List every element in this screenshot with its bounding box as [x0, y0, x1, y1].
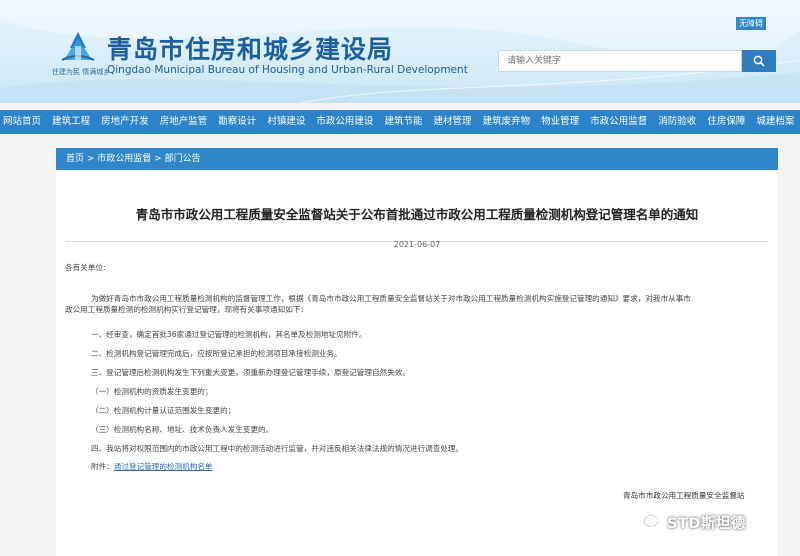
site-header: 住建为民 情满城乡 青岛市住房和城乡建设局 Qingdao Municipal … — [0, 0, 800, 103]
article-item-3: 三、登记管理后检测机构发生下列重大变更，须重新办理登记管理手续，原登记管理自然失… — [91, 368, 410, 377]
nav-item-materials[interactable]: 建材管理 — [428, 110, 477, 134]
article-date: 2021-06-07 — [393, 240, 441, 249]
search-icon — [753, 55, 765, 67]
breadcrumb-separator: > — [84, 154, 98, 164]
nav-item-energy-saving[interactable]: 建筑节能 — [379, 110, 428, 134]
nav-item-municipal-construction[interactable]: 市政公用建设 — [311, 110, 379, 134]
article-title: 青岛市市政公用工程质量安全监督站关于公布首批通过市政公用工程质量检测机构登记管理… — [135, 207, 699, 222]
attachment-row: 附件：通过登记管理的检测机构名单 — [91, 461, 213, 473]
site-title[interactable]: 青岛市住房和城乡建设局 — [107, 30, 393, 66]
nav-item-real-estate-dev[interactable]: 房地产开发 — [96, 110, 155, 134]
article-subitem-2: （二）检测机构计量认证范围发生变更的； — [91, 406, 236, 415]
watermark: STD斯坦德 — [643, 512, 746, 533]
nav-item-home[interactable]: 网站首页 — [0, 110, 47, 134]
attachment-label: 附件： — [91, 462, 114, 471]
nav-item-construction[interactable]: 建筑工程 — [47, 110, 96, 134]
article-signature: 青岛市市政公用工程质量安全监督站 — [623, 491, 745, 500]
breadcrumb-home[interactable]: 首页 — [66, 154, 84, 164]
wechat-icon — [643, 514, 663, 530]
site-subtitle: Qingdao Municipal Bureau of Housing and … — [107, 64, 468, 76]
site-slogan: 住建为民 情满城乡 — [52, 68, 111, 76]
watermark-text: STD斯坦德 — [667, 516, 746, 532]
barrier-free-link[interactable]: 无障碍 — [736, 17, 766, 30]
nav-item-housing-security[interactable]: 住房保障 — [702, 110, 751, 134]
article-subitem-3: （三）检测机构名称、地址、技术负责人发生变更的。 — [91, 425, 274, 434]
bureau-logo-icon[interactable] — [58, 30, 98, 64]
article-item-4: 四、我站将对权限范围内的市政公用工程中的检测活动进行监管，并对违反相关法律法规的… — [91, 444, 464, 453]
article-item-1: 一、经审查，确定首批36家通过登记管理的检测机构，其名单及检测地址见附件。 — [91, 330, 367, 339]
content-panel: 首页 > 市政公用监督 > 部门公告 青岛市市政公用工程质量安全监督站关于公布首… — [56, 148, 778, 556]
nav-item-municipal-supervision[interactable]: 市政公用监督 — [585, 110, 653, 134]
nav-item-real-estate-supervision[interactable]: 房地产监管 — [154, 110, 213, 134]
breadcrumb-separator: > — [151, 154, 165, 164]
nav-item-waste[interactable]: 建筑废弃物 — [477, 110, 536, 134]
nav-item-fire-acceptance[interactable]: 消防验收 — [653, 110, 702, 134]
article-intro-line: 为做好青岛市市政公用工程质量检测机构的监督管理工作，根据《青岛市市政公用工程质量… — [91, 294, 691, 303]
nav-item-village-construction[interactable]: 村镇建设 — [262, 110, 311, 134]
nav-item-archives[interactable]: 城建档案 — [751, 110, 800, 134]
article-intro-line: 政公用工程质量检测的检测机构实行登记管理，现将有关事项通知如下： — [65, 305, 308, 314]
article-subitem-1: （一）检测机构的资质发生变更的； — [91, 387, 213, 396]
article-greeting: 各有关单位: — [65, 263, 106, 272]
breadcrumb-level1[interactable]: 市政公用监督 — [97, 154, 151, 164]
search-button[interactable] — [742, 50, 776, 72]
breadcrumb: 首页 > 市政公用监督 > 部门公告 — [56, 148, 778, 170]
nav-item-survey-design[interactable]: 勘察设计 — [213, 110, 262, 134]
nav-item-property[interactable]: 物业管理 — [536, 110, 585, 134]
search-input[interactable] — [498, 50, 742, 72]
article-item-2: 二、检测机构登记管理完成后，应按所登记承担的检测项目承接检测业务。 — [91, 349, 342, 358]
breadcrumb-level2[interactable]: 部门公告 — [165, 154, 201, 164]
main-nav: 网站首页 建筑工程 房地产开发 房地产监管 勘察设计 村镇建设 市政公用建设 建… — [0, 110, 800, 134]
attachment-link[interactable]: 通过登记管理的检测机构名单 — [114, 462, 213, 471]
